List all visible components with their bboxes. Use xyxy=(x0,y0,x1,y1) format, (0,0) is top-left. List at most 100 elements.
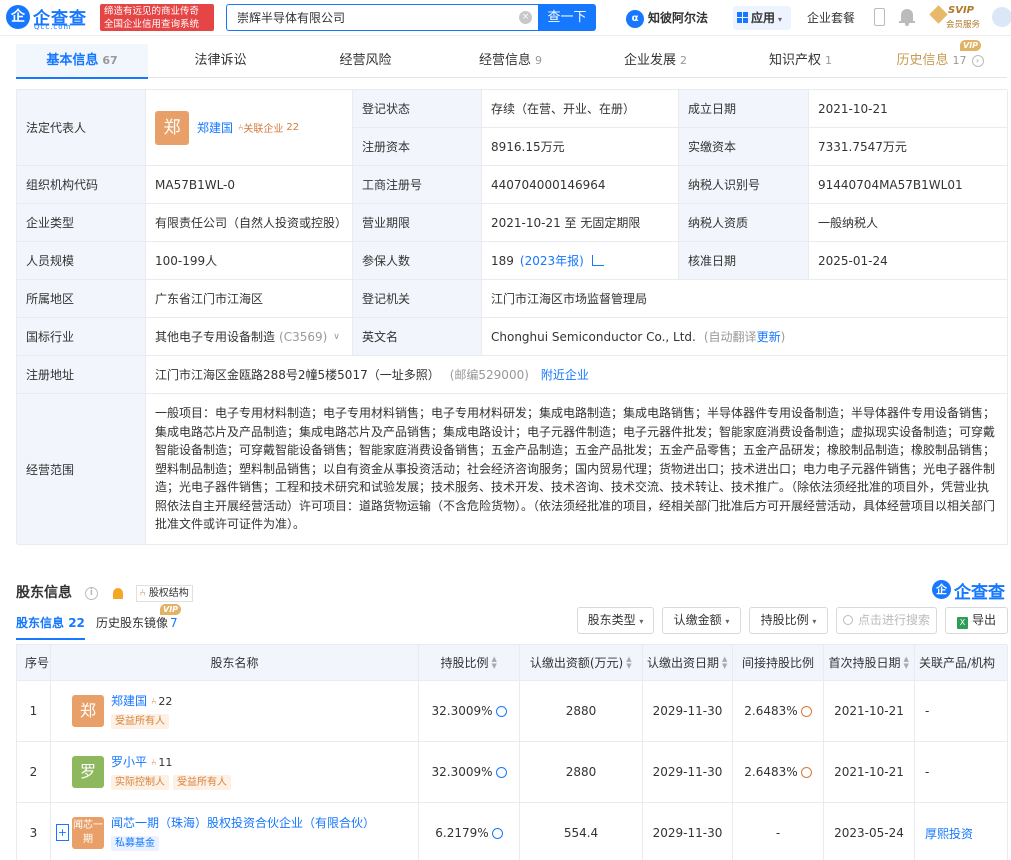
shareholder-name-link[interactable]: 罗小平 xyxy=(111,755,147,769)
col-amount-label: 认缴出资额(万元) xyxy=(529,656,624,670)
tag-private-fund[interactable]: 私募基金 xyxy=(111,836,159,851)
shareholder-avatar[interactable]: 闻芯一期 xyxy=(72,817,104,849)
svip-sub-label: 会员服务 xyxy=(946,20,981,30)
vip-badge: VIP xyxy=(160,604,182,615)
export-label: 导出 xyxy=(971,613,996,627)
insured-cell: 189 (2023年报) xyxy=(482,242,679,280)
related-company-label[interactable]: 关联企业 xyxy=(243,120,283,135)
tab-label: 历史信息 xyxy=(896,53,949,68)
sort-icon: ▲ ▼ xyxy=(491,654,497,670)
approval-date-label: 核准日期 xyxy=(679,242,809,280)
expand-row-icon[interactable]: + xyxy=(56,824,69,841)
search-button[interactable]: 查一下 xyxy=(538,4,596,31)
shareholder-search-input[interactable]: 点击进行搜索 xyxy=(836,607,937,634)
related-count[interactable]: 22 xyxy=(158,695,172,708)
zhibo-alpha-link[interactable]: α 知彼阿尔法 xyxy=(626,8,708,28)
col-date[interactable]: 认缴出资日期 ▲ ▼ xyxy=(643,645,733,681)
product-cell: 厚熙投资 xyxy=(915,803,1008,860)
slogan-banner[interactable]: 缔造有远见的商业传奇 全国企业信用查询系统 xyxy=(100,4,214,31)
shareholder-name-link[interactable]: 郑建国 xyxy=(111,694,147,708)
legal-rep-avatar[interactable]: 郑 xyxy=(155,110,189,145)
paid-capital-label: 实缴资本 xyxy=(679,128,809,166)
chevron-down-icon: ▾ xyxy=(812,617,817,626)
related-company-count[interactable]: 22 xyxy=(286,122,299,133)
col-amount[interactable]: 认缴出资额(万元) ▲ ▼ xyxy=(520,645,643,681)
shareholder-avatar[interactable]: 郑 xyxy=(72,695,104,727)
qcc-brand-text: 企查查 xyxy=(954,583,1005,603)
tab-business-risk[interactable]: 经营风险 xyxy=(293,44,438,78)
related-count[interactable]: 11 xyxy=(158,756,172,769)
amount-filter[interactable]: 认缴金额 ▾ xyxy=(662,607,741,634)
shareholder-type-filter[interactable]: 股东类型 ▾ xyxy=(577,607,654,634)
english-name-label: 英文名 xyxy=(353,318,482,356)
reg-status-value: 存续（在营、开业、在册） xyxy=(482,90,679,128)
search-input[interactable] xyxy=(227,5,517,30)
first-date-cell: 2021-10-21 xyxy=(824,681,915,742)
top-bar: 企 企查查 Qcc.com 缔造有远见的商业传奇 全国企业信用查询系统 × 查一… xyxy=(0,0,1011,36)
insured-report-link[interactable]: (2023年报) xyxy=(520,252,584,269)
tab-count: 2 xyxy=(680,54,687,67)
tab-business-info[interactable]: 经营信息 9 xyxy=(438,44,583,78)
ratio-chart-icon[interactable] xyxy=(495,705,507,717)
approval-date-value: 2025-01-24 xyxy=(809,242,1008,280)
filter-label: 持股比例 xyxy=(760,613,809,627)
indirect-cell: 2.6483% xyxy=(733,681,824,742)
shareholder-info: 郑建国 ⑃ 22 受益所有人 xyxy=(111,692,173,729)
auto-translate-note: (自动翻译 xyxy=(703,330,757,344)
ratio-filter[interactable]: 持股比例 ▾ xyxy=(749,607,828,634)
related-product-link[interactable]: 厚熙投资 xyxy=(925,825,973,842)
tab-intellectual-property[interactable]: 知识产权 1 xyxy=(728,44,873,78)
org-code-value: MA57B1WL-0 xyxy=(146,166,353,204)
tab-label: 经营风险 xyxy=(339,53,392,68)
enterprise-package-link[interactable]: 企业套餐 xyxy=(807,9,855,26)
alert-bell-icon[interactable] xyxy=(112,587,123,599)
subtab-history-shareholders[interactable]: 历史股东镜像 7 xyxy=(96,614,178,631)
clear-search-icon[interactable]: × xyxy=(519,11,532,24)
col-date-label: 认缴出资日期 xyxy=(646,656,719,670)
english-update-link[interactable]: 更新 xyxy=(757,328,781,345)
tag-beneficial-owner[interactable]: 受益所有人 xyxy=(111,714,169,729)
biz-term-value: 2021-10-21 至 无固定期限 xyxy=(482,204,679,242)
pie-chart-icon[interactable] xyxy=(800,705,812,717)
logo-mark: 企 xyxy=(6,5,30,29)
legal-rep-cell: 郑 郑建国 ⑃ 关联企业 22 xyxy=(146,90,353,166)
tab-basic-info[interactable]: 基本信息 67 xyxy=(16,44,148,79)
subtab-count: 7 xyxy=(170,616,178,630)
svip-member-button[interactable]: SVIP 会员服务 xyxy=(929,5,988,31)
user-avatar[interactable] xyxy=(992,7,1011,27)
col-first-date[interactable]: 首次持股日期 ▲ ▼ xyxy=(824,645,915,681)
company-type-label: 企业类型 xyxy=(17,204,146,242)
subtab-current-shareholders[interactable]: 股东信息 22 xyxy=(16,614,85,640)
info-icon[interactable]: i xyxy=(84,586,98,600)
export-button[interactable]: X 导出 xyxy=(945,607,1008,634)
nearby-companies-link[interactable]: 附近企业 xyxy=(541,366,589,383)
ratio-chart-icon[interactable] xyxy=(495,766,507,778)
tab-history-info[interactable]: 历史信息 17 › xyxy=(873,44,1007,78)
region-label: 所属地区 xyxy=(17,280,146,318)
taxpayer-id-value: 91440704MA57B1WL01 xyxy=(809,166,1008,204)
chevron-down-icon: ▾ xyxy=(725,617,730,626)
ratio-chart-icon[interactable] xyxy=(491,827,503,839)
notification-bell-icon[interactable] xyxy=(899,8,915,26)
industry-cell: 其他电子专用设备制造 (C3569) ∨ xyxy=(146,318,353,356)
tab-legal-litigation[interactable]: 法律诉讼 xyxy=(148,44,293,78)
qcc-logo[interactable]: 企 企查查 Qcc.com xyxy=(6,4,98,32)
reg-authority-value: 江门市江海区市场监督管理局 xyxy=(482,280,1008,318)
industry-value: 其他电子专用设备制造 xyxy=(155,330,276,344)
tab-development[interactable]: 企业发展 2 xyxy=(583,44,728,78)
logo-domain: Qcc.com xyxy=(34,23,72,31)
mobile-app-icon[interactable] xyxy=(874,8,885,26)
shareholder-avatar[interactable]: 罗 xyxy=(72,756,104,788)
taxpayer-qual-label: 纳税人资质 xyxy=(679,204,809,242)
pie-chart-icon[interactable] xyxy=(800,766,812,778)
trend-chart-icon[interactable] xyxy=(591,255,604,266)
shareholder-name-link[interactable]: 闻芯一期（珠海）股权投资合伙企业（有限合伙） xyxy=(111,816,375,830)
chevron-down-icon[interactable]: ∨ xyxy=(333,332,340,342)
app-menu-button[interactable]: 应用 ▾ xyxy=(733,6,791,30)
col-ratio[interactable]: 持股比例 ▲ ▼ xyxy=(419,645,520,681)
tag-beneficial-owner[interactable]: 受益所有人 xyxy=(173,775,231,790)
equity-structure-button[interactable]: ⑃ 股权结构 xyxy=(135,584,193,602)
legal-rep-name-link[interactable]: 郑建国 xyxy=(197,119,233,136)
tag-actual-controller[interactable]: 实际控制人 xyxy=(111,775,169,790)
row-no: 1 xyxy=(17,681,51,742)
